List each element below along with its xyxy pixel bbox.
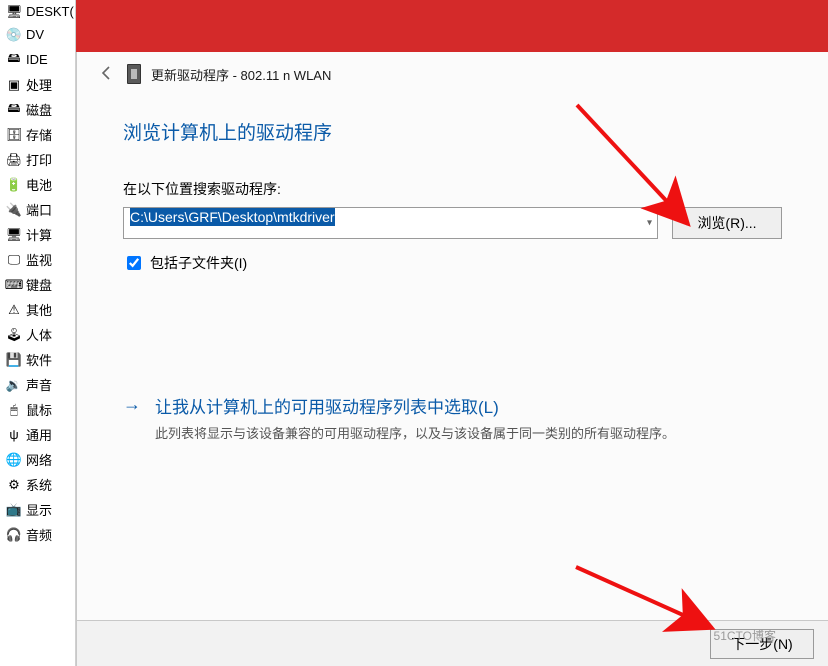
pick-from-list-desc: 此列表将显示与该设备兼容的可用驱动程序，以及与该设备属于同一类别的所有驱动程序。 [155,424,675,445]
tree-item[interactable]: ⚙系统 [0,472,75,497]
tree-item-label: 计算 [26,225,52,244]
tree-item[interactable]: 🖴 IDE [0,47,75,72]
next-button-label: 下一步(N) [731,634,792,654]
tree-item-label: 其他 [26,300,52,319]
dialog-header-text: 更新驱动程序 - 802.11 n WLAN [151,65,331,84]
mouse-icon: 🖱 [6,402,22,418]
tree-item[interactable]: 🖱鼠标 [0,397,75,422]
tree-item-label: 键盘 [26,275,52,294]
device-icon [127,64,141,84]
tree-item[interactable]: ⌨键盘 [0,272,75,297]
hid-icon: 🕹 [6,327,22,343]
ide-icon: 🖴 [6,52,22,68]
printer-icon: 🖨 [6,152,22,168]
port-icon: 🔌 [6,202,22,218]
next-button[interactable]: 下一步(N) [710,629,814,659]
disc-icon: 💿 [6,27,22,43]
pc-icon: 🖥 [6,227,22,243]
cpu-icon: ▣ [6,77,22,93]
include-subfolders-checkbox[interactable]: 包括子文件夹(I) [123,253,782,273]
monitor-icon: 🖵 [6,252,22,268]
tree-item-label: 端口 [26,200,52,219]
tree-item[interactable]: 🖥计算 [0,222,75,247]
system-icon: ⚙ [6,477,22,493]
tree-root[interactable]: 🖥 DESKT( [0,2,75,22]
pc-icon: 🖥 [6,4,23,19]
include-subfolders-label: 包括子文件夹(I) [150,253,247,273]
window-titlebar [76,0,828,52]
battery-icon: 🔋 [6,177,22,193]
dialog-title: 浏览计算机上的驱动程序 [123,118,782,145]
tree-item-label: IDE [26,52,48,67]
search-location-label: 在以下位置搜索驱动程序: [123,179,782,199]
tree-item-label: 声音 [26,375,52,394]
dialog-footer: 下一步(N) [77,620,828,666]
pick-from-list-link[interactable]: → 让我从计算机上的可用驱动程序列表中选取(L) 此列表将显示与该设备兼容的可用… [123,393,782,445]
other-icon: ⚠ [6,302,22,318]
tree-item[interactable]: 🔋电池 [0,172,75,197]
device-tree: 🖥 DESKT( 💿DV🖴IDE▣处理🖴磁盘🗄存储🖨打印🔋电池🔌端口🖥计算🖵监视… [0,0,76,666]
tree-root-label: DESKT( [26,4,74,19]
tree-item-label: 鼠标 [26,400,52,419]
tree-item[interactable]: 📺显示 [0,497,75,522]
tree-item[interactable]: 🕹人体 [0,322,75,347]
keyboard-icon: ⌨ [6,277,22,293]
tree-item[interactable]: ▣处理 [0,72,75,97]
browse-button[interactable]: 浏览(R)... [672,207,782,239]
usb-icon: ψ [6,427,22,443]
audio-icon: 🎧 [6,527,22,543]
display-icon: 📺 [6,502,22,518]
back-arrow-icon[interactable] [99,65,117,83]
update-driver-dialog: 更新驱动程序 - 802.11 n WLAN 浏览计算机上的驱动程序 在以下位置… [76,52,828,666]
tree-item-label: 网络 [26,450,52,469]
tree-item-label: DV [26,27,44,42]
tree-item[interactable]: 🔉声音 [0,372,75,397]
pick-from-list-title: 让我从计算机上的可用驱动程序列表中选取(L) [155,393,675,418]
arrow-right-icon: → [123,393,141,445]
tree-item-label: 音频 [26,525,52,544]
tree-item-label: 通用 [26,425,52,444]
tree-item[interactable]: 🖴磁盘 [0,97,75,122]
tree-item-label: 处理 [26,75,52,94]
tree-item[interactable]: 🌐网络 [0,447,75,472]
tree-item-label: 软件 [26,350,52,369]
tree-item-label: 系统 [26,475,52,494]
tree-item[interactable]: 💿 DV [0,22,75,47]
driver-path-value: C:\Users\GRF\Desktop\mtkdriver [130,208,335,226]
browse-button-label: 浏览(R)... [697,213,756,233]
tree-item[interactable]: 💾软件 [0,347,75,372]
tree-item[interactable]: 🔌端口 [0,197,75,222]
tree-item-label: 存储 [26,125,52,144]
tree-item-label: 打印 [26,150,52,169]
network-icon: 🌐 [6,452,22,468]
tree-item[interactable]: 🖨打印 [0,147,75,172]
tree-item-label: 显示 [26,500,52,519]
tree-item-label: 监视 [26,250,52,269]
sound-icon: 🔉 [6,377,22,393]
driver-path-combobox[interactable]: C:\Users\GRF\Desktop\mtkdriver ▾ [123,207,658,239]
tree-item[interactable]: ⚠其他 [0,297,75,322]
include-subfolders-input[interactable] [127,256,141,270]
tree-item[interactable]: ψ通用 [0,422,75,447]
storage-icon: 🗄 [6,127,22,143]
tree-item[interactable]: 🗄存储 [0,122,75,147]
tree-item-label: 磁盘 [26,100,52,119]
floppy-icon: 💾 [6,352,22,368]
tree-item[interactable]: 🖵监视 [0,247,75,272]
tree-item-label: 电池 [26,175,52,194]
disk-icon: 🖴 [6,102,22,118]
tree-item[interactable]: 🎧音频 [0,522,75,547]
dialog-header: 更新驱动程序 - 802.11 n WLAN [77,52,828,94]
tree-item-label: 人体 [26,325,52,344]
